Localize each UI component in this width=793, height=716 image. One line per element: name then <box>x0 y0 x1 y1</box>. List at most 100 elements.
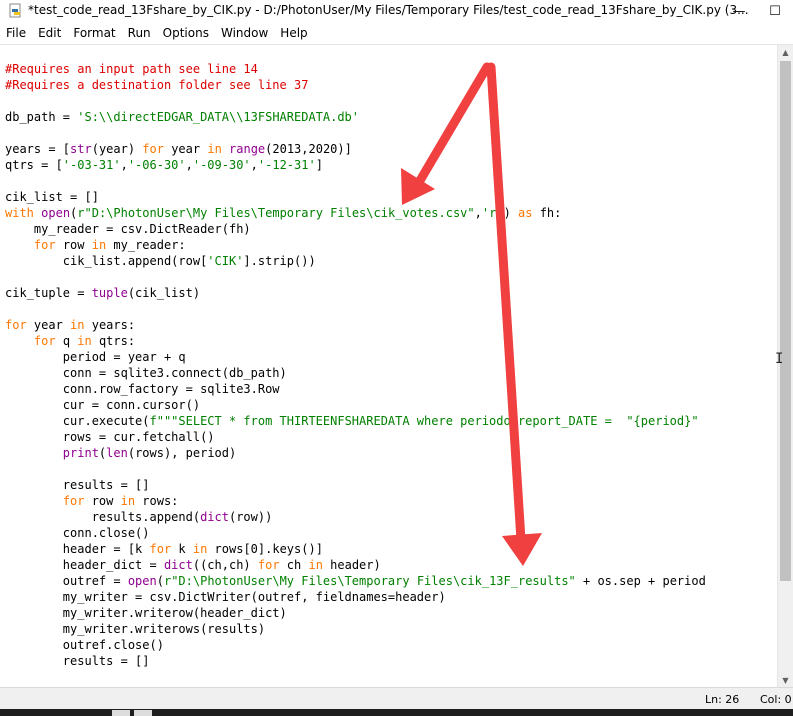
code-line[interactable] <box>5 301 778 317</box>
menu-window[interactable]: Window <box>215 23 274 44</box>
code-line[interactable]: conn.row_factory = sqlite3.Row <box>5 381 778 397</box>
code-line[interactable]: my_writer.writerow(header_dict) <box>5 605 778 621</box>
code-token: cik_tuple = <box>5 286 92 300</box>
code-token: in <box>120 494 136 508</box>
code-token: cik_list.append(row[ <box>5 254 208 268</box>
code-line[interactable]: cik_tuple = tuple(cik_list) <box>5 285 778 301</box>
code-token: ( <box>156 574 164 588</box>
code-token: open <box>41 206 71 220</box>
code-line[interactable]: for row in rows: <box>5 493 778 509</box>
code-token: k <box>171 542 193 556</box>
code-text[interactable]: #Requires an input path see line 14 #Requ… <box>0 45 778 669</box>
code-line[interactable]: cur = conn.cursor() <box>5 397 778 413</box>
code-token: row <box>84 494 121 508</box>
menu-options[interactable]: Options <box>157 23 215 44</box>
code-line[interactable]: results.append(dict(row)) <box>5 509 778 525</box>
code-token: outref = <box>5 574 128 588</box>
code-line[interactable]: results = [] <box>5 653 778 669</box>
code-token: results = [] <box>5 478 150 492</box>
menu-run[interactable]: Run <box>122 23 157 44</box>
code-token: , <box>474 206 482 220</box>
code-token: for <box>5 318 27 332</box>
code-token: fh: <box>532 206 562 220</box>
code-line[interactable] <box>5 461 778 477</box>
code-line[interactable]: conn = sqlite3.connect(db_path) <box>5 365 778 381</box>
code-line[interactable]: #Requires an input path see line 14 <box>5 61 778 77</box>
code-line[interactable]: years = [str(year) for year in range(201… <box>5 141 778 157</box>
code-token: str <box>70 142 92 156</box>
code-token: (2013,2020)] <box>265 142 352 156</box>
code-token: cik_list = [] <box>5 190 99 204</box>
menu-edit[interactable]: Edit <box>32 23 67 44</box>
code-token: for <box>33 238 56 252</box>
code-token: for <box>257 558 280 572</box>
code-token: (cik_list) <box>127 286 201 300</box>
code-token: my_writer.writerows(results) <box>5 622 266 636</box>
code-line[interactable]: my_writer.writerows(results) <box>5 621 778 637</box>
menu-help[interactable]: Help <box>274 23 313 44</box>
code-token: #Requires a destination folder see line … <box>5 78 309 92</box>
code-line[interactable] <box>5 93 778 109</box>
code-line[interactable]: outref.close() <box>5 637 778 653</box>
code-line[interactable]: outref = open(r"D:\PhotonUser\My Files\T… <box>5 573 778 589</box>
code-line[interactable]: header = [k for k in rows[0].keys()] <box>5 541 778 557</box>
menu-format[interactable]: Format <box>67 23 121 44</box>
code-token: db_path = <box>5 110 78 124</box>
code-line[interactable]: my_writer = csv.DictWriter(outref, field… <box>5 589 778 605</box>
code-token: conn.row_factory = sqlite3.Row <box>5 382 280 396</box>
code-line[interactable] <box>5 173 778 189</box>
code-line[interactable]: qtrs = ['-03-31','-06-30','-09-30','-12-… <box>5 157 778 173</box>
code-token: dict <box>200 510 229 524</box>
status-bar: Ln: 26 Col: 0 <box>0 687 793 710</box>
code-line[interactable]: cur.execute(f"""SELECT * from THIRTEENFS… <box>5 413 778 429</box>
code-token: range <box>229 142 266 156</box>
code-token: as <box>518 206 533 220</box>
code-token: conn = sqlite3.connect(db_path) <box>5 366 287 380</box>
title-bar: *test_code_read_13Fshare_by_CIK.py - D:/… <box>0 0 793 22</box>
code-token: outref.close() <box>5 638 164 652</box>
code-token: open <box>127 574 157 588</box>
menu-bar: File Edit Format Run Options Window Help <box>0 23 793 44</box>
code-line[interactable]: rows = cur.fetchall() <box>5 429 778 445</box>
taskbar-button[interactable] <box>112 710 130 716</box>
scroll-up-icon[interactable]: ▲ <box>778 45 793 60</box>
maximize-icon[interactable]: ☐ <box>757 0 793 22</box>
code-line[interactable]: for q in qtrs: <box>5 333 778 349</box>
code-line[interactable]: cik_list.append(row['CIK'].strip()) <box>5 253 778 269</box>
code-token: header) <box>322 558 381 572</box>
code-line[interactable]: my_reader = csv.DictReader(fh) <box>5 221 778 237</box>
code-line[interactable]: header_dict = dict((ch,ch) for ch in hea… <box>5 557 778 573</box>
code-token: (rows), period) <box>127 446 237 460</box>
code-token: r"D:\PhotonUser\My Files\Temporary Files… <box>163 574 576 588</box>
code-editor[interactable]: #Requires an input path see line 14 #Requ… <box>0 45 778 688</box>
code-line[interactable]: for year in years: <box>5 317 778 333</box>
code-token: row <box>55 238 92 252</box>
code-line[interactable]: cik_list = [] <box>5 189 778 205</box>
code-token: for <box>62 494 85 508</box>
code-line[interactable]: results = [] <box>5 477 778 493</box>
code-token: f"""SELECT * from THIRTEENFSHAREDATA whe… <box>149 414 706 428</box>
scroll-thumb[interactable] <box>780 61 791 581</box>
code-line[interactable]: with open(r"D:\PhotonUser\My Files\Tempo… <box>5 205 778 221</box>
code-line[interactable]: db_path = 'S:\\directEDGAR_DATA\\13FSHAR… <box>5 109 778 125</box>
code-line[interactable] <box>5 269 778 285</box>
code-line[interactable]: #Requires a destination folder see line … <box>5 77 778 93</box>
code-line[interactable]: conn.close() <box>5 525 778 541</box>
code-line[interactable]: for row in my_reader: <box>5 237 778 253</box>
taskbar-button[interactable] <box>134 710 152 716</box>
code-token: dict <box>163 558 193 572</box>
minimize-icon[interactable]: — <box>721 0 757 22</box>
code-line[interactable]: period = year + q <box>5 349 778 365</box>
code-line[interactable] <box>5 125 778 141</box>
code-token: in <box>308 558 323 572</box>
code-token: in <box>77 334 92 348</box>
scroll-down-icon[interactable]: ▼ <box>778 673 793 688</box>
code-token: , <box>120 158 128 172</box>
code-line[interactable]: print(len(rows), period) <box>5 445 778 461</box>
code-token: for <box>149 542 172 556</box>
window-title: *test_code_read_13Fshare_by_CIK.py - D:/… <box>28 3 749 17</box>
menu-file[interactable]: File <box>0 23 32 44</box>
